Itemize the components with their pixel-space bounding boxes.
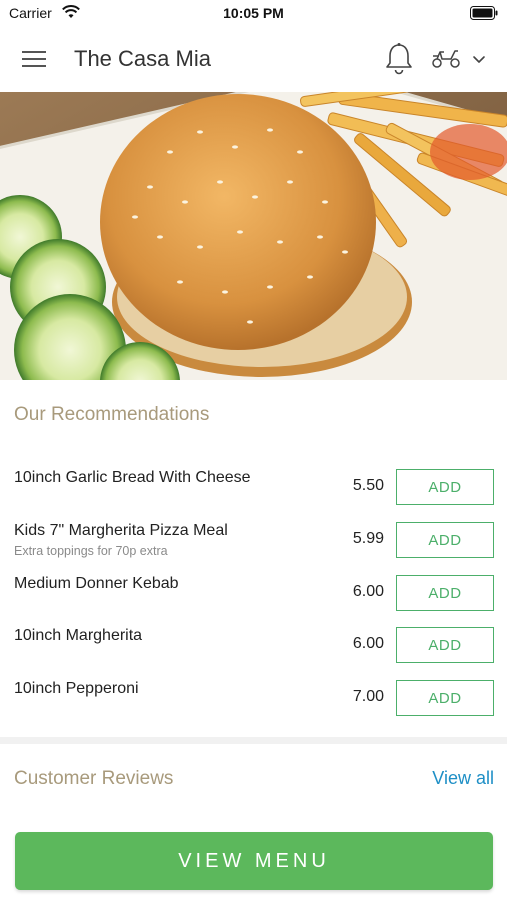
- item-price: 7.00: [352, 688, 384, 705]
- list-item: Medium Donner Kebab 6.00 ADD: [0, 575, 507, 625]
- delivery-scooter-icon[interactable]: [430, 46, 462, 75]
- list-item: 10inch Garlic Bread With Cheese 5.50 ADD: [0, 469, 507, 519]
- item-name: Kids 7" Margherita Pizza Meal: [14, 522, 228, 539]
- add-button[interactable]: ADD: [396, 469, 494, 505]
- list-item: 10inch Pepperoni 7.00 ADD: [0, 680, 507, 730]
- recommendations-heading: Our Recommendations: [14, 404, 210, 425]
- item-price: 6.00: [352, 635, 384, 652]
- item-name: 10inch Garlic Bread With Cheese: [14, 469, 251, 486]
- hero-food-image: [0, 92, 507, 380]
- item-name: 10inch Margherita: [14, 627, 143, 644]
- view-all-reviews-link[interactable]: View all: [432, 768, 494, 789]
- section-divider: [0, 737, 507, 744]
- item-price: 5.99: [352, 530, 384, 547]
- add-button[interactable]: ADD: [396, 627, 494, 663]
- status-bar: Carrier 10:05 PM: [0, 0, 507, 28]
- notification-bell-icon[interactable]: [384, 42, 414, 81]
- item-name: 10inch Pepperoni: [14, 680, 139, 697]
- reviews-heading: Customer Reviews: [14, 768, 174, 789]
- list-item: Kids 7" Margherita Pizza Meal Extra topp…: [0, 522, 507, 572]
- list-item: 10inch Margherita 6.00 ADD: [0, 627, 507, 677]
- item-price: 5.50: [352, 477, 384, 494]
- view-menu-button[interactable]: VIEW MENU: [15, 832, 493, 890]
- battery-icon: [470, 6, 498, 25]
- add-button[interactable]: ADD: [396, 522, 494, 558]
- add-button[interactable]: ADD: [396, 680, 494, 716]
- item-name: Medium Donner Kebab: [14, 575, 179, 592]
- status-time: 10:05 PM: [223, 5, 284, 21]
- item-price: 6.00: [352, 583, 384, 600]
- chevron-down-icon[interactable]: [472, 52, 486, 70]
- app-header: The Casa Mia: [0, 28, 507, 92]
- add-button[interactable]: ADD: [396, 575, 494, 611]
- hamburger-menu-icon[interactable]: [22, 48, 48, 70]
- app-title: The Casa Mia: [74, 46, 211, 71]
- item-note: Extra toppings for 70p extra: [14, 544, 168, 558]
